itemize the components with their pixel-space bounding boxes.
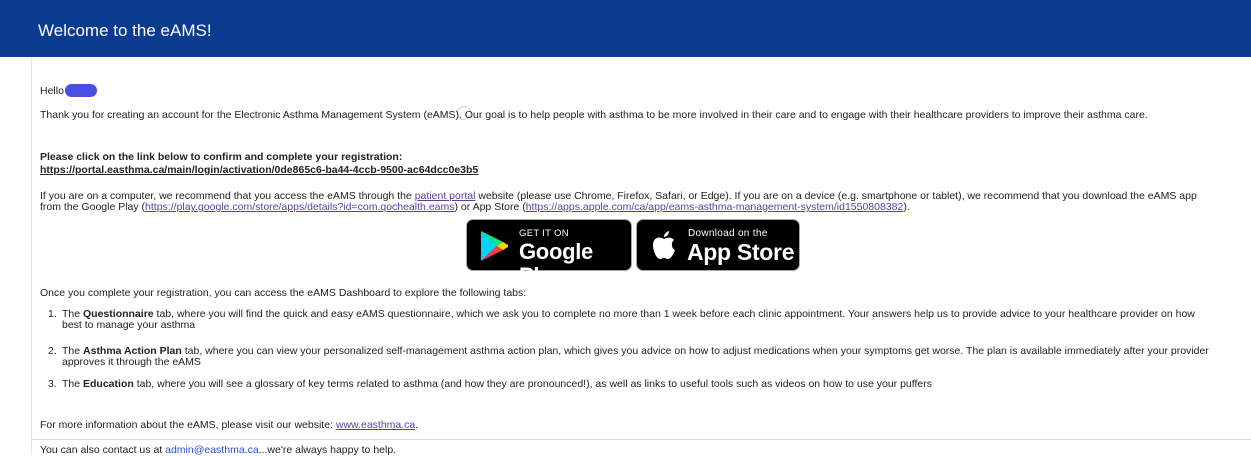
app-store-badge[interactable]: Download on the App Store <box>636 219 800 271</box>
device-paragraph: If you are on a computer, we recommend t… <box>40 191 1220 213</box>
contact-text: You can also contact us at <box>40 444 166 456</box>
app-store-link[interactable]: https://apps.apple.com/ca/app/eams-asthm… <box>526 201 904 213</box>
list-text-post: tab, where you will find the quick and e… <box>62 308 1195 331</box>
contact-end: ...we're always happy to help. <box>258 444 397 456</box>
hello-text: Hello <box>40 85 64 97</box>
list-text-post: tab, where you can view your personalize… <box>62 345 1209 368</box>
apple-badge-small-text: Download on the <box>688 228 768 239</box>
google-play-link[interactable]: https://play.google.com/store/apps/detai… <box>145 201 454 213</box>
intro-paragraph: Thank you for creating an account for th… <box>40 109 1148 121</box>
contact-email-link[interactable]: admin@easthma.ca <box>165 444 259 456</box>
more-info-text: For more information about the eAMS, ple… <box>40 419 336 431</box>
tab-name-education: Education <box>83 378 134 390</box>
google-play-badge[interactable]: GET IT ON Google Play <box>466 219 632 288</box>
google-badge-big-text: Google Play <box>519 239 593 288</box>
greeting: Hello <box>40 84 97 98</box>
header-title: Welcome to the eAMS! <box>38 21 212 40</box>
tabs-intro: Once you complete your registration, you… <box>40 287 527 299</box>
more-info-end: . <box>415 419 419 431</box>
list-item: 1. The Questionnaire tab, where you will … <box>48 309 1216 331</box>
more-info-line: For more information about the eAMS, ple… <box>40 419 418 431</box>
list-number: 3. <box>48 378 57 390</box>
device-text-4: ). <box>903 201 910 213</box>
redacted-name <box>64 84 97 97</box>
email-header: Welcome to the eAMS! <box>0 0 1251 57</box>
list-item: 2. The Asthma Action Plan tab, where you … <box>48 346 1216 368</box>
google-play-icon <box>481 231 508 261</box>
list-item: 3. The Education tab, where you will see … <box>48 379 932 390</box>
list-text-post: tab, where you will see a glossary of ke… <box>133 378 933 390</box>
apple-badge-big-text: App Store <box>687 239 795 265</box>
website-link[interactable]: www.easthma.ca <box>336 419 415 431</box>
list-text-pre: The <box>62 378 84 390</box>
activation-link[interactable]: https://portal.easthma.ca/main/login/act… <box>40 164 478 176</box>
apple-icon <box>653 231 675 259</box>
list-number: 1. <box>48 308 57 320</box>
confirm-prompt: Please click on the link below to confir… <box>40 151 403 163</box>
google-badge-small-text: GET IT ON <box>519 228 569 239</box>
footer-divider <box>31 439 1251 440</box>
contact-line: You can also contact us at admin@easthma… <box>40 445 396 456</box>
list-number: 2. <box>48 345 57 357</box>
device-text-3: ) or App Store ( <box>454 201 526 213</box>
